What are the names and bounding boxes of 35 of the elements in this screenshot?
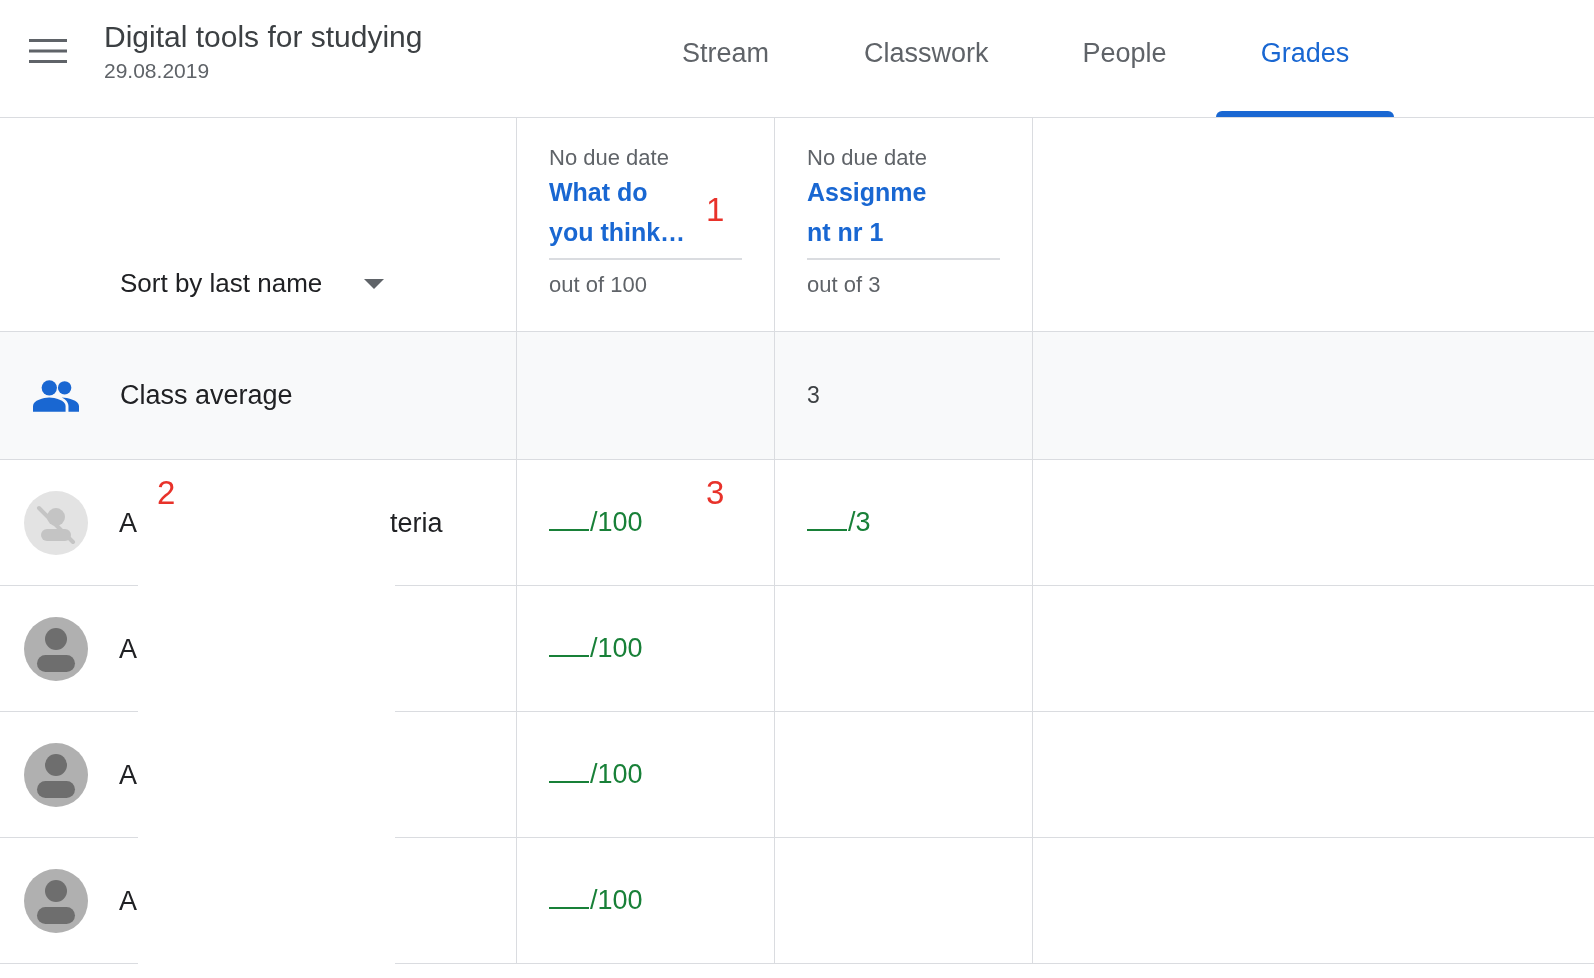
grade-field[interactable]: /100 xyxy=(549,885,643,916)
class-title: Digital tools for studying xyxy=(104,19,424,55)
annotation-number: 2 xyxy=(157,474,176,512)
avatar-icon xyxy=(24,743,88,807)
grade-field[interactable]: /100 xyxy=(549,507,643,538)
student-name: A xyxy=(119,633,137,665)
annotation-number: 3 xyxy=(706,474,725,512)
due-date: No due date xyxy=(549,145,669,171)
student-name: A xyxy=(119,507,137,539)
grade-field[interactable]: /100 xyxy=(549,759,643,790)
menu-icon[interactable] xyxy=(29,38,67,64)
avatar-icon xyxy=(24,869,88,933)
due-date: No due date xyxy=(807,145,927,171)
tab[interactable]: Classwork xyxy=(819,0,1034,117)
sort-dropdown[interactable]: Sort by last name xyxy=(120,268,385,299)
grade-field[interactable]: /100 xyxy=(549,633,643,664)
tab[interactable]: Stream xyxy=(636,0,816,117)
avatar-icon xyxy=(24,491,88,555)
average-value: 3 xyxy=(807,382,820,409)
grade-field[interactable]: /3 xyxy=(807,507,871,538)
assignment-link[interactable]: Assignment nr 1 xyxy=(807,172,929,252)
points-label: out of 100 xyxy=(549,272,647,298)
points-label: out of 3 xyxy=(807,272,881,298)
student-name: A xyxy=(119,759,137,791)
student-name: A xyxy=(119,885,137,917)
class-date: 29.08.2019 xyxy=(104,59,211,83)
tab[interactable]: Grades xyxy=(1215,0,1395,117)
assignment-link[interactable]: What do you think… xyxy=(549,172,691,252)
tab[interactable]: People xyxy=(1037,0,1212,117)
class-average-label: Class average xyxy=(120,380,293,411)
annotation-number: 1 xyxy=(706,191,725,229)
caret-icon xyxy=(364,278,385,289)
group-icon xyxy=(33,379,79,412)
student-name: teria xyxy=(390,507,443,539)
avatar-icon xyxy=(24,617,88,681)
